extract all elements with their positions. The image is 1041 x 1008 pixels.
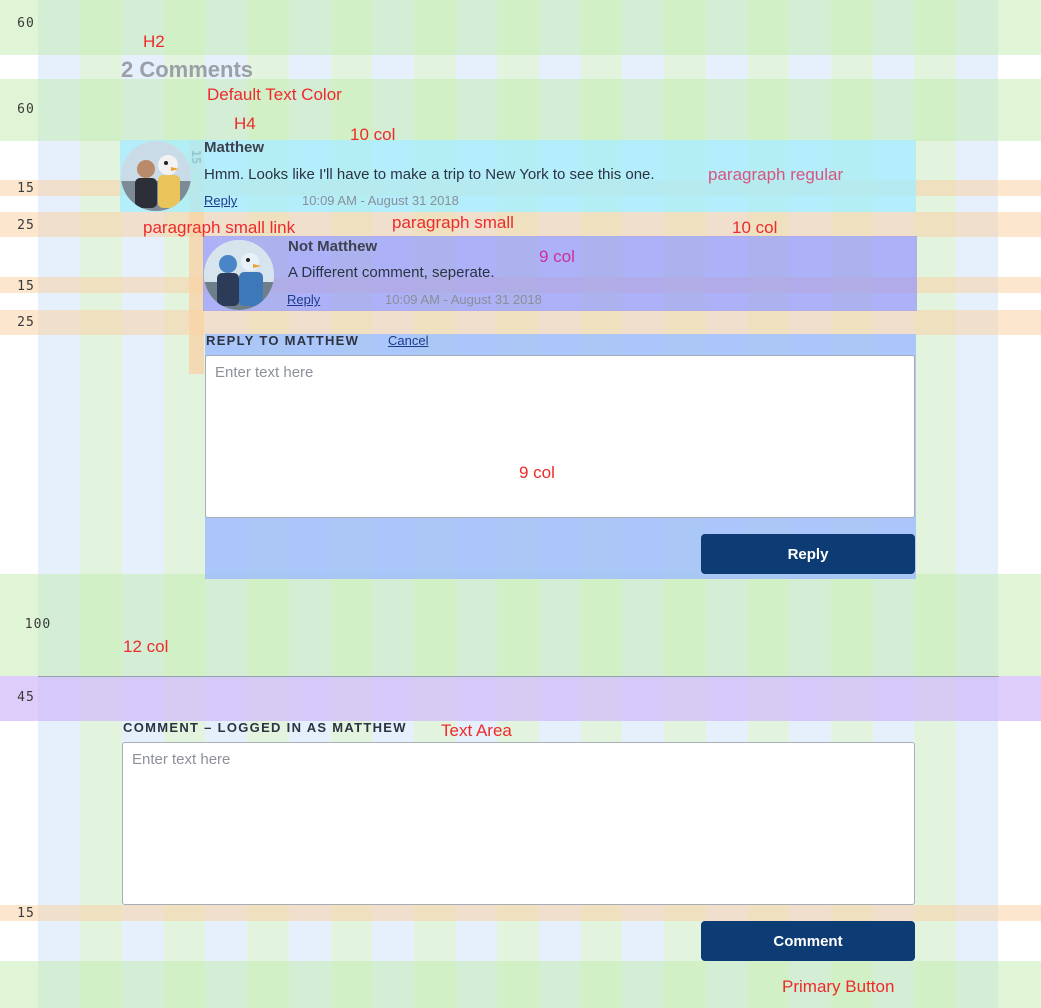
avatar bbox=[204, 240, 274, 310]
comment-text: A Different comment, seperate. bbox=[288, 264, 495, 281]
spacing-band bbox=[0, 676, 1041, 721]
grid-column bbox=[38, 0, 80, 1008]
spacing-label: 25 bbox=[17, 218, 35, 233]
spacing-label: 15 bbox=[17, 906, 35, 921]
comment-author: Not Matthew bbox=[288, 238, 378, 255]
grid-column bbox=[80, 0, 122, 1008]
comment-timestamp: 10:09 AM - August 31 2018 bbox=[302, 193, 459, 208]
spacing-label: 60 bbox=[17, 102, 35, 117]
reply-form-heading: REPLY TO MATTHEW bbox=[206, 333, 360, 348]
reply-textarea[interactable] bbox=[205, 355, 915, 518]
spacing-label: 60 bbox=[17, 16, 35, 31]
avatar-image bbox=[204, 240, 274, 310]
comment-form-heading: COMMENT – LOGGED IN AS MATTHEW bbox=[123, 720, 407, 735]
annotation-12-col: 12 col bbox=[123, 637, 169, 656]
section-divider bbox=[38, 676, 999, 677]
annotation-9-col: 9 col bbox=[539, 247, 575, 266]
grid-column bbox=[956, 0, 998, 1008]
comments-heading: 2 Comments bbox=[121, 57, 254, 82]
annotation-paragraph-small-link: paragraph small link bbox=[143, 218, 296, 237]
reply-link[interactable]: Reply bbox=[204, 193, 237, 208]
reply-submit-button[interactable]: Reply bbox=[701, 534, 915, 574]
spacing-band bbox=[0, 310, 1041, 335]
spacing-label: 45 bbox=[17, 690, 35, 705]
avatar bbox=[121, 141, 191, 211]
spacing-label: 15 bbox=[17, 181, 35, 196]
comment-textarea[interactable] bbox=[122, 742, 915, 905]
comment-submit-button[interactable]: Comment bbox=[701, 921, 915, 961]
annotation-default-text-color: Default Text Color bbox=[207, 85, 342, 104]
annotation-primary-button: Primary Button bbox=[782, 977, 895, 996]
annotation-10-col: 10 col bbox=[350, 125, 396, 144]
comment-timestamp: 10:09 AM - August 31 2018 bbox=[385, 292, 542, 307]
comment-author: Matthew bbox=[204, 139, 264, 156]
reply-link[interactable]: Reply bbox=[287, 292, 320, 307]
spacing-band bbox=[0, 79, 1041, 141]
spacing-label: 25 bbox=[17, 315, 35, 330]
grid-column bbox=[914, 0, 956, 1008]
spacing-band bbox=[0, 905, 1041, 921]
annotation-paragraph-small: paragraph small bbox=[392, 213, 514, 232]
spacing-label: 15 bbox=[17, 279, 35, 294]
annotation-9-col: 9 col bbox=[519, 463, 555, 482]
avatar-image bbox=[121, 141, 191, 211]
annotation-h2: H2 bbox=[143, 32, 165, 51]
annotation-paragraph-regular: paragraph regular bbox=[708, 165, 844, 184]
cancel-reply-link[interactable]: Cancel bbox=[388, 333, 428, 348]
spacing-band bbox=[0, 574, 1041, 676]
spacing-label: 100 bbox=[24, 617, 52, 632]
annotation-h4: H4 bbox=[234, 114, 256, 133]
annotation-text-area: Text Area bbox=[441, 721, 512, 740]
comment-text: Hmm. Looks like I'll have to make a trip… bbox=[204, 166, 655, 183]
annotation-10-col: 10 col bbox=[732, 218, 778, 237]
